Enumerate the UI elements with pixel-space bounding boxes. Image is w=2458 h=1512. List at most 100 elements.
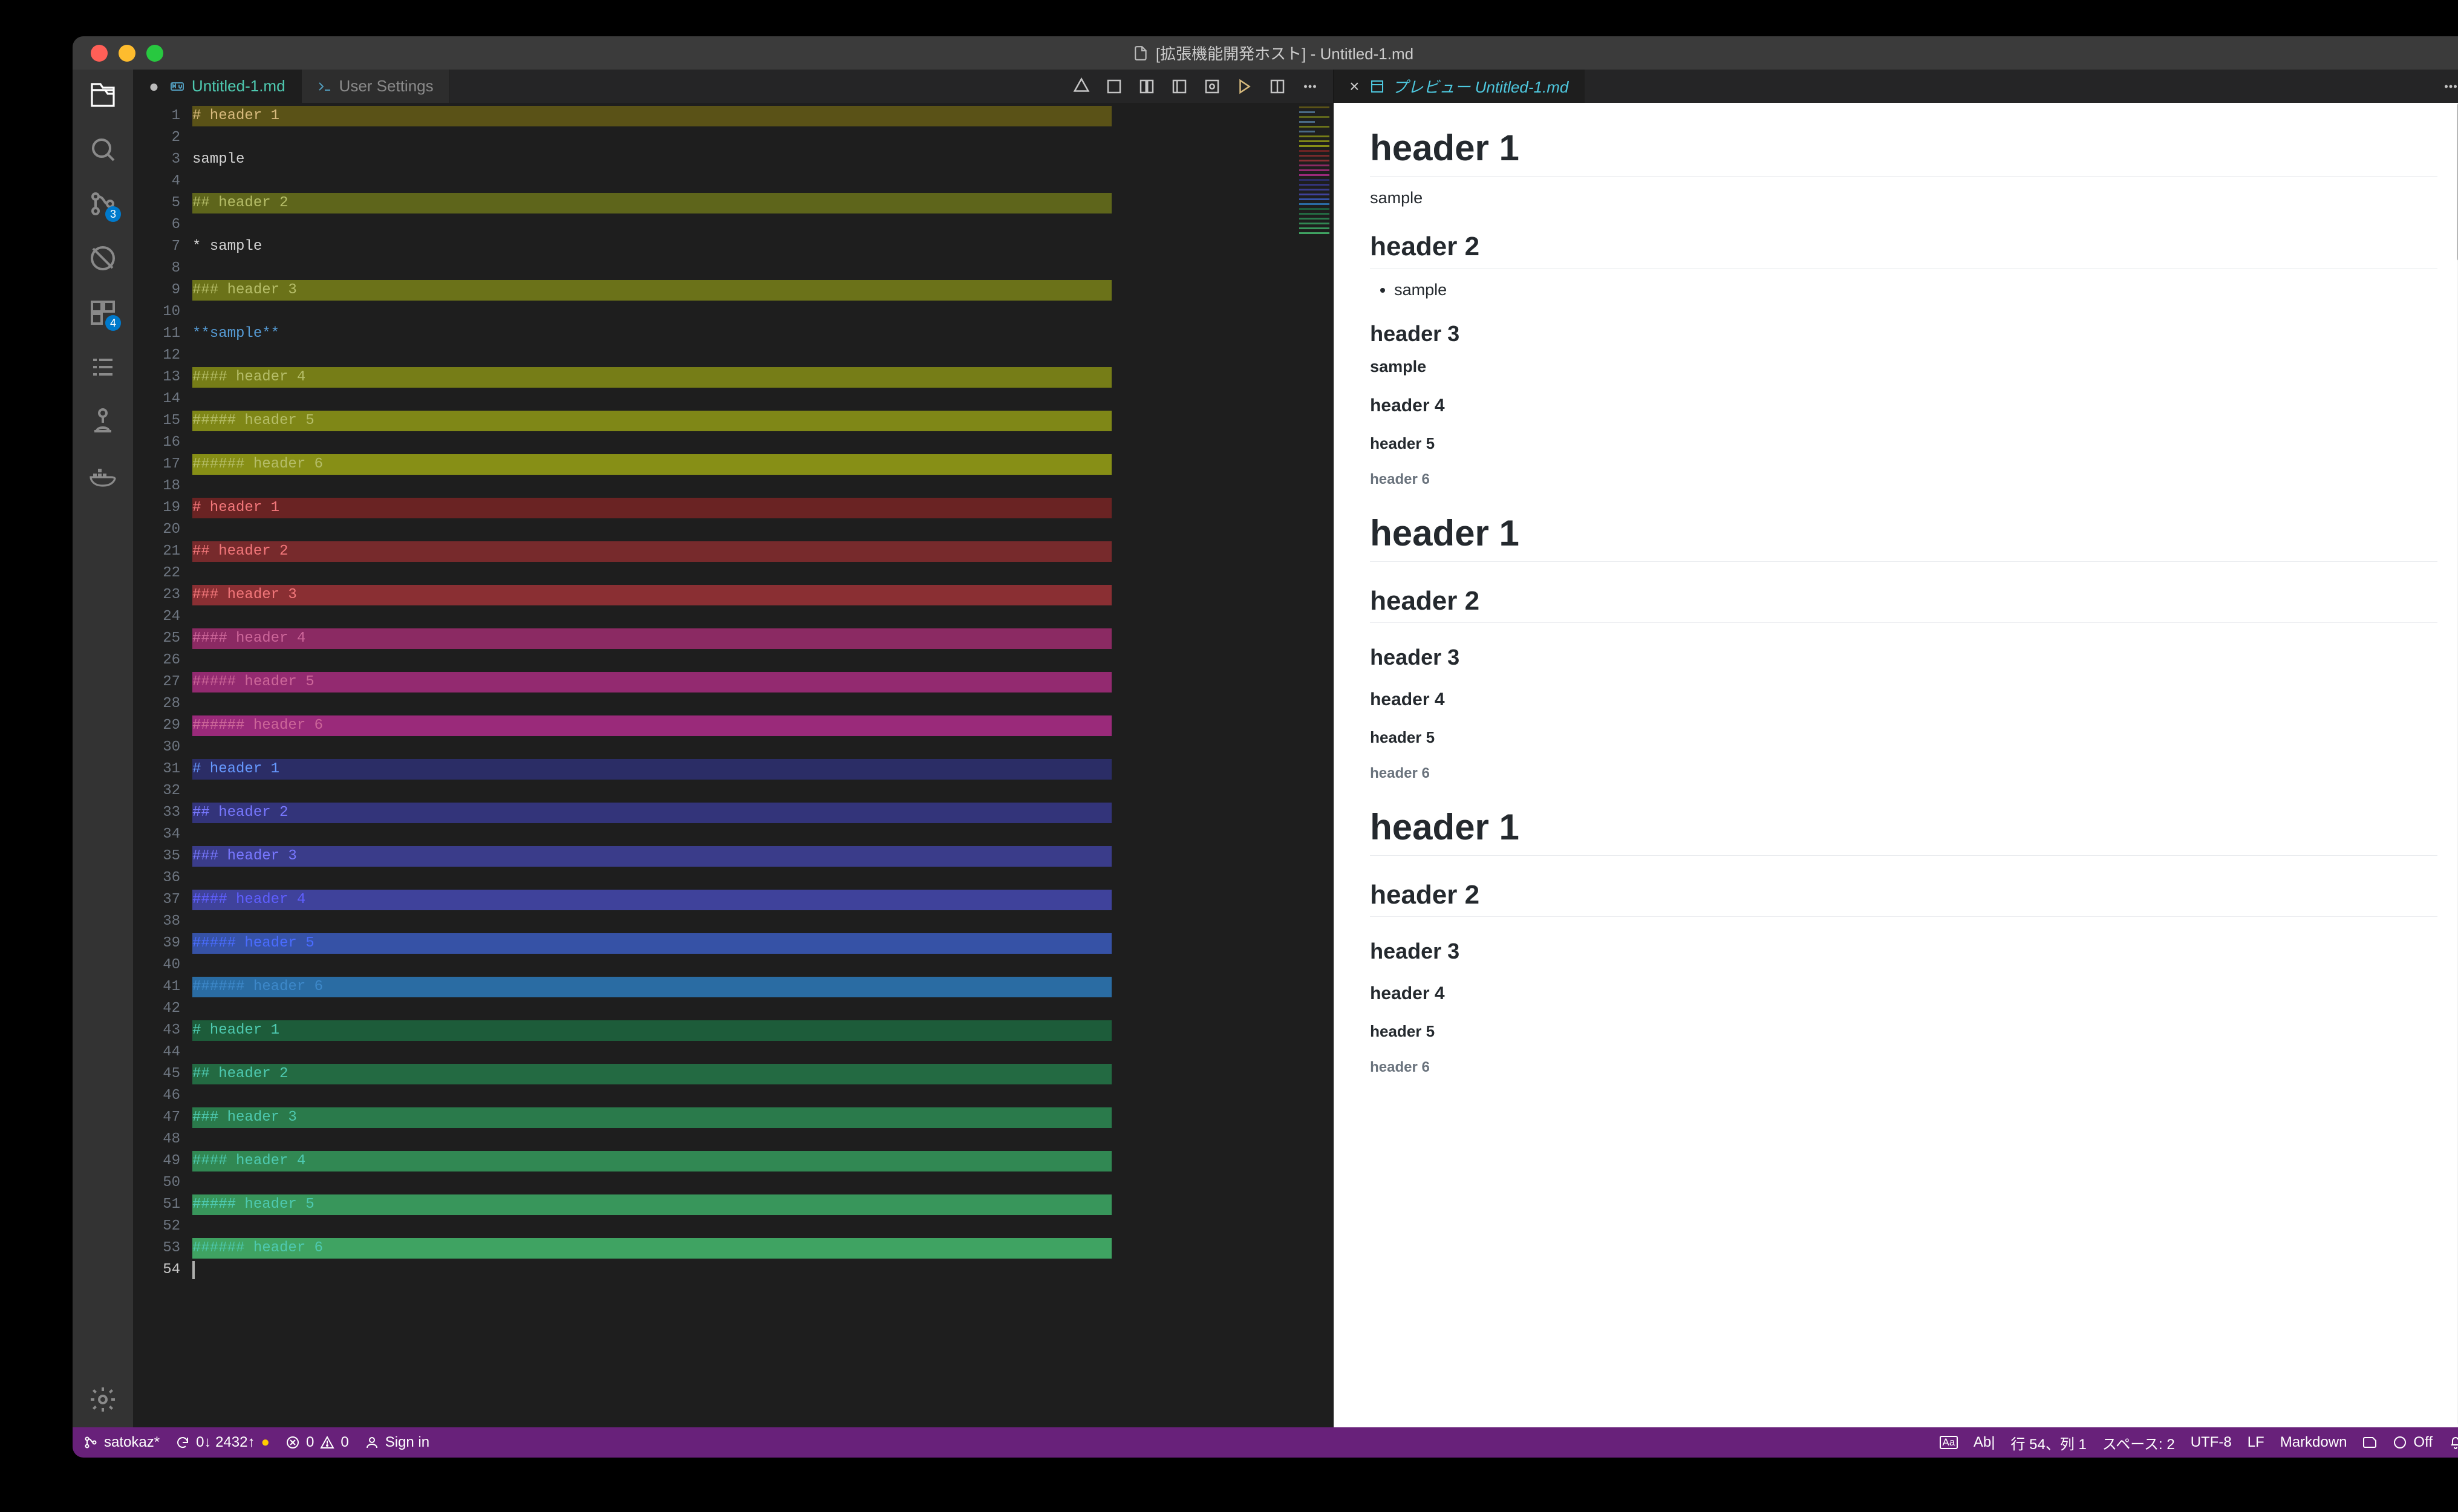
language-status[interactable]: Markdown bbox=[2280, 1434, 2347, 1451]
feedback-icon[interactable] bbox=[2362, 1435, 2377, 1450]
code-line[interactable] bbox=[192, 824, 1297, 846]
explorer-icon[interactable] bbox=[86, 78, 120, 112]
git-branch-status[interactable]: satokaz* bbox=[83, 1434, 160, 1451]
close-tab-icon[interactable]: × bbox=[1349, 77, 1359, 96]
code-line[interactable] bbox=[192, 867, 1297, 889]
code-line[interactable] bbox=[192, 780, 1297, 802]
color-picker-icon[interactable] bbox=[1072, 77, 1091, 96]
minimap[interactable] bbox=[1297, 103, 1333, 1427]
settings-gear-icon[interactable] bbox=[86, 1383, 120, 1416]
code-line[interactable]: ##### header 5 bbox=[192, 671, 1297, 693]
code-line[interactable]: ##### header 5 bbox=[192, 1194, 1297, 1216]
cursor-position-status[interactable]: 行 54、列 1 bbox=[2010, 1432, 2086, 1453]
code-line[interactable] bbox=[192, 214, 1297, 236]
code-line[interactable]: * sample bbox=[192, 236, 1297, 258]
settings-file-icon bbox=[318, 79, 332, 94]
debug-icon[interactable] bbox=[86, 241, 120, 275]
code-line[interactable] bbox=[192, 345, 1297, 367]
preview-h3: header 3 bbox=[1370, 321, 2437, 347]
code-line[interactable] bbox=[192, 475, 1297, 497]
code-line[interactable]: # header 1 bbox=[192, 1020, 1297, 1041]
code-line[interactable]: ## header 2 bbox=[192, 1063, 1297, 1085]
code-line[interactable]: ### header 3 bbox=[192, 1107, 1297, 1129]
tab-user-settings[interactable]: User Settings bbox=[302, 70, 450, 103]
preview-tab-actions bbox=[2428, 70, 2458, 103]
code-line[interactable]: ### header 3 bbox=[192, 584, 1297, 606]
code-line[interactable] bbox=[192, 519, 1297, 541]
indentation-status[interactable]: スペース: 2 bbox=[2102, 1432, 2175, 1453]
code-line[interactable] bbox=[192, 562, 1297, 584]
encoding-status[interactable]: UTF-8 bbox=[2191, 1434, 2232, 1451]
more-actions-icon[interactable] bbox=[2441, 77, 2458, 96]
code-line[interactable]: ##### header 5 bbox=[192, 933, 1297, 954]
code-line[interactable]: ### header 3 bbox=[192, 846, 1297, 867]
editor-body[interactable]: 1234567891011121314151617181920212223242… bbox=[133, 103, 1333, 1427]
code-line[interactable] bbox=[192, 301, 1297, 323]
code-line[interactable] bbox=[192, 1041, 1297, 1063]
case-status[interactable]: Aa bbox=[1940, 1436, 1958, 1449]
split-editor-icon[interactable] bbox=[1268, 77, 1287, 96]
code-line[interactable] bbox=[192, 693, 1297, 715]
code-line[interactable] bbox=[192, 954, 1297, 976]
problems-status[interactable]: 0 0 bbox=[285, 1434, 349, 1451]
diff-icon[interactable] bbox=[1137, 77, 1156, 96]
preview-icon[interactable] bbox=[1202, 77, 1222, 96]
todo-icon[interactable] bbox=[86, 350, 120, 384]
code-line[interactable]: ###### header 6 bbox=[192, 976, 1297, 998]
tab-preview[interactable]: × プレビュー Untitled-1.md bbox=[1334, 70, 1585, 103]
code-line[interactable]: #### header 4 bbox=[192, 889, 1297, 911]
code-area[interactable]: # header 1 sample ## header 2 * sample ### h… bbox=[187, 103, 1297, 1427]
maximize-window-button[interactable] bbox=[146, 45, 163, 62]
ab-status[interactable]: Ab| bbox=[1974, 1434, 1995, 1451]
code-line[interactable]: ## header 2 bbox=[192, 541, 1297, 562]
code-line[interactable] bbox=[192, 1129, 1297, 1150]
code-line[interactable] bbox=[192, 432, 1297, 454]
signin-status[interactable]: Sign in bbox=[365, 1434, 429, 1451]
code-line[interactable] bbox=[192, 998, 1297, 1020]
code-line[interactable]: ##### header 5 bbox=[192, 410, 1297, 432]
docker-icon[interactable] bbox=[86, 459, 120, 493]
toggle-sidebar-icon[interactable] bbox=[1170, 77, 1189, 96]
code-line[interactable] bbox=[192, 1259, 1297, 1281]
code-line[interactable] bbox=[192, 127, 1297, 149]
code-line[interactable]: ###### header 6 bbox=[192, 454, 1297, 475]
more-actions-icon[interactable] bbox=[1300, 77, 1320, 96]
code-line[interactable]: #### header 4 bbox=[192, 367, 1297, 388]
tree-icon[interactable] bbox=[86, 405, 120, 438]
code-line[interactable]: ###### header 6 bbox=[192, 715, 1297, 737]
code-line[interactable]: **sample** bbox=[192, 323, 1297, 345]
liveshare-status[interactable]: Off bbox=[2393, 1434, 2433, 1451]
code-line[interactable]: ### header 3 bbox=[192, 279, 1297, 301]
code-line[interactable]: # header 1 bbox=[192, 758, 1297, 780]
tab-untitled-md[interactable]: ● Untitled-1.md bbox=[133, 70, 302, 103]
code-line[interactable] bbox=[192, 171, 1297, 192]
code-line[interactable]: ## header 2 bbox=[192, 802, 1297, 824]
code-line[interactable]: #### header 4 bbox=[192, 628, 1297, 650]
code-line[interactable] bbox=[192, 1172, 1297, 1194]
code-line[interactable] bbox=[192, 258, 1297, 279]
code-line[interactable] bbox=[192, 606, 1297, 628]
sync-status[interactable]: 0↓ 2432↑ ● bbox=[175, 1434, 270, 1451]
code-line[interactable]: ## header 2 bbox=[192, 192, 1297, 214]
code-line[interactable]: #### header 4 bbox=[192, 1150, 1297, 1172]
eol-status[interactable]: LF bbox=[2248, 1434, 2264, 1451]
code-line[interactable] bbox=[192, 1085, 1297, 1107]
code-line[interactable] bbox=[192, 737, 1297, 758]
source-control-icon[interactable]: 3 bbox=[86, 187, 120, 221]
code-line[interactable]: ###### header 6 bbox=[192, 1237, 1297, 1259]
notifications-icon[interactable] bbox=[2448, 1435, 2458, 1450]
minimize-window-button[interactable] bbox=[119, 45, 135, 62]
markdown-preview[interactable]: header 1sampleheader 2sampleheader 3samp… bbox=[1334, 103, 2458, 1427]
toggle-word-wrap-icon[interactable] bbox=[1104, 77, 1124, 96]
code-line[interactable]: # header 1 bbox=[192, 497, 1297, 519]
code-line[interactable] bbox=[192, 650, 1297, 671]
code-line[interactable]: # header 1 bbox=[192, 105, 1297, 127]
code-line[interactable] bbox=[192, 1216, 1297, 1237]
open-preview-side-icon[interactable] bbox=[1235, 77, 1254, 96]
search-icon[interactable] bbox=[86, 132, 120, 166]
close-window-button[interactable] bbox=[91, 45, 108, 62]
code-line[interactable]: sample bbox=[192, 149, 1297, 171]
code-line[interactable] bbox=[192, 911, 1297, 933]
code-line[interactable] bbox=[192, 388, 1297, 410]
extensions-icon[interactable]: 4 bbox=[86, 296, 120, 330]
